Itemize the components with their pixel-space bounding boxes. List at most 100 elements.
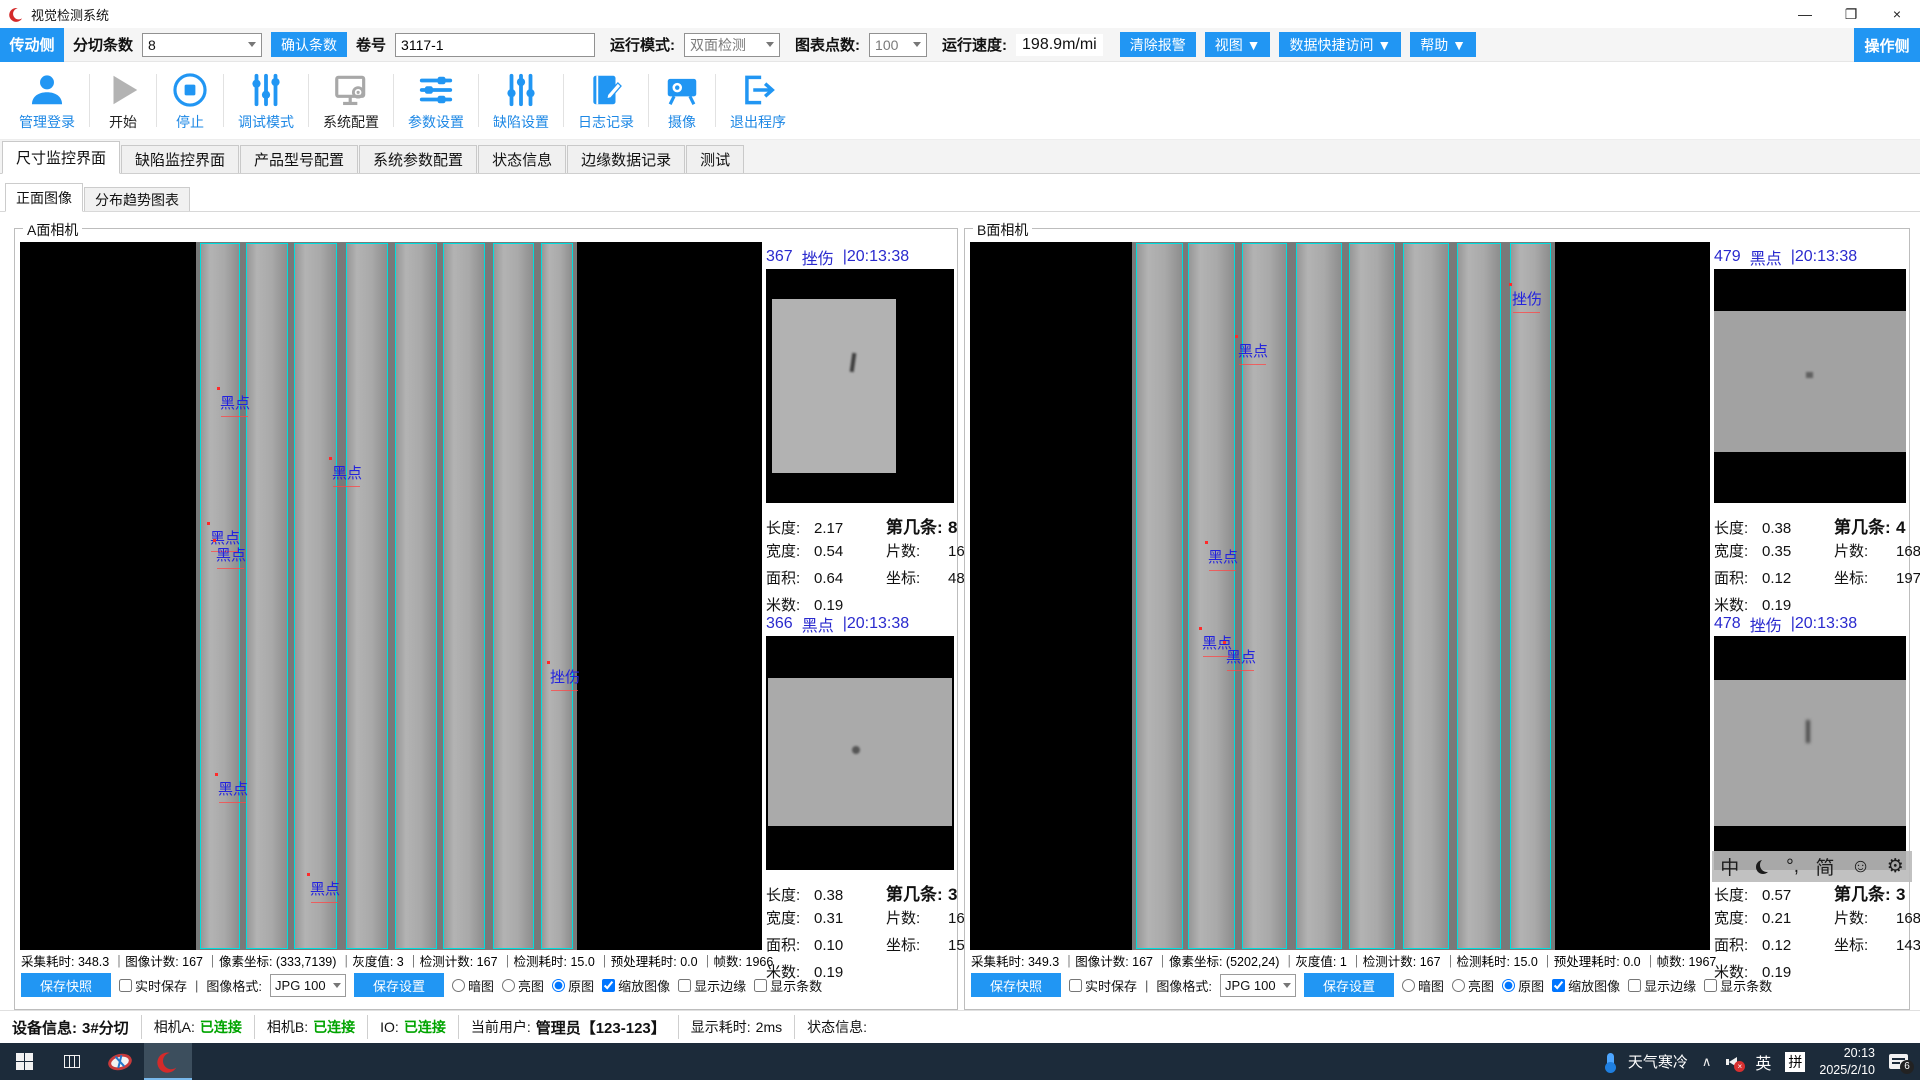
notification-center-icon[interactable]: 6 xyxy=(1889,1054,1908,1069)
icon-toolbar: 管理登录 开始 停止 调试模式 系统配置 参数设置 缺陷设置 日志记录 摄像 xyxy=(0,62,1920,140)
zoom-image-checkbox[interactable]: 缩放图像 xyxy=(1552,976,1620,995)
web-strip xyxy=(1349,243,1395,949)
tab-front-image[interactable]: 正面图像 xyxy=(5,183,83,212)
gear-icon[interactable]: ⚙ xyxy=(1887,855,1904,878)
realtime-save-checkbox[interactable]: 实时保存 xyxy=(119,976,187,995)
log-record-button[interactable]: 日志记录 xyxy=(565,62,647,139)
sliders-vertical-icon xyxy=(247,71,285,109)
chevron-down-icon xyxy=(248,42,256,47)
windows-taskbar: 天气寒冷 ∧ × 英 拼 20:13 2025/2/10 6 xyxy=(0,1043,1920,1080)
defect-card: 479 黑点 |20:13:38 长度:0.38 第几条:4 宽度:0.35 片… xyxy=(1714,244,1906,621)
zoom-image-checkbox[interactable]: 缩放图像 xyxy=(602,976,670,995)
save-snapshot-button[interactable]: 保存快照 xyxy=(971,973,1061,997)
camera-a-image: 黑点黑点黑点黑点挫伤黑点黑点 xyxy=(20,242,762,950)
moon-icon[interactable] xyxy=(1756,860,1770,874)
stop-button[interactable]: 停止 xyxy=(158,62,222,139)
system-config-button[interactable]: 系统配置 xyxy=(310,62,392,139)
minimize-button[interactable]: — xyxy=(1782,0,1828,28)
run-mode-select[interactable]: 双面检测 xyxy=(684,33,780,57)
roll-number-input[interactable] xyxy=(395,33,595,57)
image-format-select[interactable]: JPG 100 xyxy=(270,974,346,997)
exit-program-button[interactable]: 退出程序 xyxy=(717,62,799,139)
chevron-down-icon xyxy=(1283,983,1291,988)
operate-side-button[interactable]: 操作侧 xyxy=(1854,28,1920,62)
save-settings-button[interactable]: 保存设置 xyxy=(354,973,444,997)
show-count-checkbox[interactable]: 显示条数 xyxy=(1704,976,1772,995)
show-count-checkbox[interactable]: 显示条数 xyxy=(754,976,822,995)
confirm-count-button[interactable]: 确认条数 xyxy=(271,32,347,57)
defect-overlay-label: 黑点 xyxy=(310,878,340,899)
task-view-button[interactable] xyxy=(48,1043,96,1080)
ime-language-indicator[interactable]: 英 xyxy=(1755,1050,1771,1074)
image-format-select[interactable]: JPG 100 xyxy=(1220,974,1296,997)
clear-alarm-button[interactable]: 清除报警 xyxy=(1120,32,1196,57)
tab-test[interactable]: 测试 xyxy=(686,145,744,173)
ime-simplified-toggle[interactable]: 简 xyxy=(1815,853,1834,880)
stop-icon xyxy=(171,71,209,109)
realtime-save-checkbox[interactable]: 实时保存 xyxy=(1069,976,1137,995)
chart-points-label: 图表点数: xyxy=(795,34,860,55)
dark-image-radio[interactable]: 暗图 xyxy=(1402,976,1444,995)
exit-icon xyxy=(739,71,777,109)
status-badge: 已连接 xyxy=(313,1017,355,1037)
data-quick-access-menu-button[interactable]: 数据快捷访问 ▼ xyxy=(1279,32,1401,57)
thermometer-icon[interactable] xyxy=(1607,1053,1614,1070)
save-snapshot-button[interactable]: 保存快照 xyxy=(21,973,111,997)
tab-size-monitor[interactable]: 尺寸监控界面 xyxy=(2,141,120,174)
help-menu-button[interactable]: 帮助 ▼ xyxy=(1410,32,1476,57)
view-menu-button[interactable]: 视图 ▼ xyxy=(1205,32,1271,57)
start-button[interactable] xyxy=(0,1043,48,1080)
ime-chinese-toggle[interactable]: 中 xyxy=(1720,853,1739,880)
chevron-down-icon xyxy=(913,42,921,47)
web-strip xyxy=(1188,243,1235,949)
defect-thumbnail xyxy=(1714,269,1906,503)
camera-a-stats-line: 采集耗时: 348.3 ｜图像计数: 167 ｜像素坐标: (333,7139)… xyxy=(21,951,773,970)
weather-text[interactable]: 天气寒冷 xyxy=(1628,1051,1688,1072)
close-button[interactable]: × xyxy=(1874,0,1920,28)
restore-button[interactable]: ❐ xyxy=(1828,0,1874,28)
notification-count-badge: 6 xyxy=(1900,1060,1914,1074)
tab-defect-monitor[interactable]: 缺陷监控界面 xyxy=(121,145,239,173)
defect-stats: 长度:2.17 第几条:8 宽度:0.54 片数:168 面积:0.64 坐标:… xyxy=(766,503,954,621)
admin-login-button[interactable]: 管理登录 xyxy=(6,62,88,139)
original-image-radio[interactable]: 原图 xyxy=(552,976,594,995)
debug-mode-button[interactable]: 调试模式 xyxy=(225,62,307,139)
windows-logo-icon xyxy=(16,1053,33,1070)
slit-count-select[interactable]: 8 xyxy=(142,33,262,57)
camera-a-status: 相机A: 已连接 xyxy=(142,1015,255,1039)
ime-pinyin-badge[interactable]: 拼 xyxy=(1785,1052,1805,1072)
tab-product-model-config[interactable]: 产品型号配置 xyxy=(240,145,358,173)
taskbar-clock[interactable]: 20:13 2025/2/10 xyxy=(1819,1045,1875,1079)
dark-image-radio[interactable]: 暗图 xyxy=(452,976,494,995)
chart-points-select[interactable]: 100 xyxy=(869,33,927,57)
device-info: 设备信息: 3#分切 xyxy=(0,1015,142,1039)
defect-overlay-label: 黑点 xyxy=(218,778,248,799)
bright-image-radio[interactable]: 亮图 xyxy=(502,976,544,995)
capture-button[interactable]: 摄像 xyxy=(650,62,714,139)
tab-status-info[interactable]: 状态信息 xyxy=(478,145,566,173)
defect-settings-button[interactable]: 缺陷设置 xyxy=(480,62,562,139)
save-settings-button[interactable]: 保存设置 xyxy=(1304,973,1394,997)
drive-side-button[interactable]: 传动侧 xyxy=(0,28,64,62)
hidden-icons-chevron[interactable]: ∧ xyxy=(1702,1054,1712,1070)
snipping-tool-icon xyxy=(106,1051,133,1072)
original-image-radio[interactable]: 原图 xyxy=(1502,976,1544,995)
parameter-settings-button[interactable]: 参数设置 xyxy=(395,62,477,139)
show-edge-checkbox[interactable]: 显示边缘 xyxy=(1628,976,1696,995)
ime-punctuation-toggle[interactable]: °, xyxy=(1786,856,1799,878)
volume-muted-icon[interactable]: × xyxy=(1725,1055,1741,1069)
user-icon xyxy=(28,71,66,109)
tab-distribution-trend-chart[interactable]: 分布趋势图表 xyxy=(84,187,190,211)
task-view-icon xyxy=(64,1055,80,1068)
tab-system-param-config[interactable]: 系统参数配置 xyxy=(359,145,477,173)
bright-image-radio[interactable]: 亮图 xyxy=(1452,976,1494,995)
show-edge-checkbox[interactable]: 显示边缘 xyxy=(678,976,746,995)
vision-app-taskbar-button[interactable] xyxy=(144,1043,192,1080)
snipping-tool-button[interactable] xyxy=(96,1043,144,1080)
defect-overlay-label: 黑点 xyxy=(216,544,246,565)
start-button[interactable]: 开始 xyxy=(91,62,155,139)
display-time: 显示耗时: 2ms xyxy=(679,1015,795,1039)
tab-edge-data-record[interactable]: 边缘数据记录 xyxy=(567,145,685,173)
emoji-icon[interactable]: ☺ xyxy=(1851,856,1870,878)
defect-header: 479 黑点 |20:13:38 xyxy=(1714,244,1906,269)
